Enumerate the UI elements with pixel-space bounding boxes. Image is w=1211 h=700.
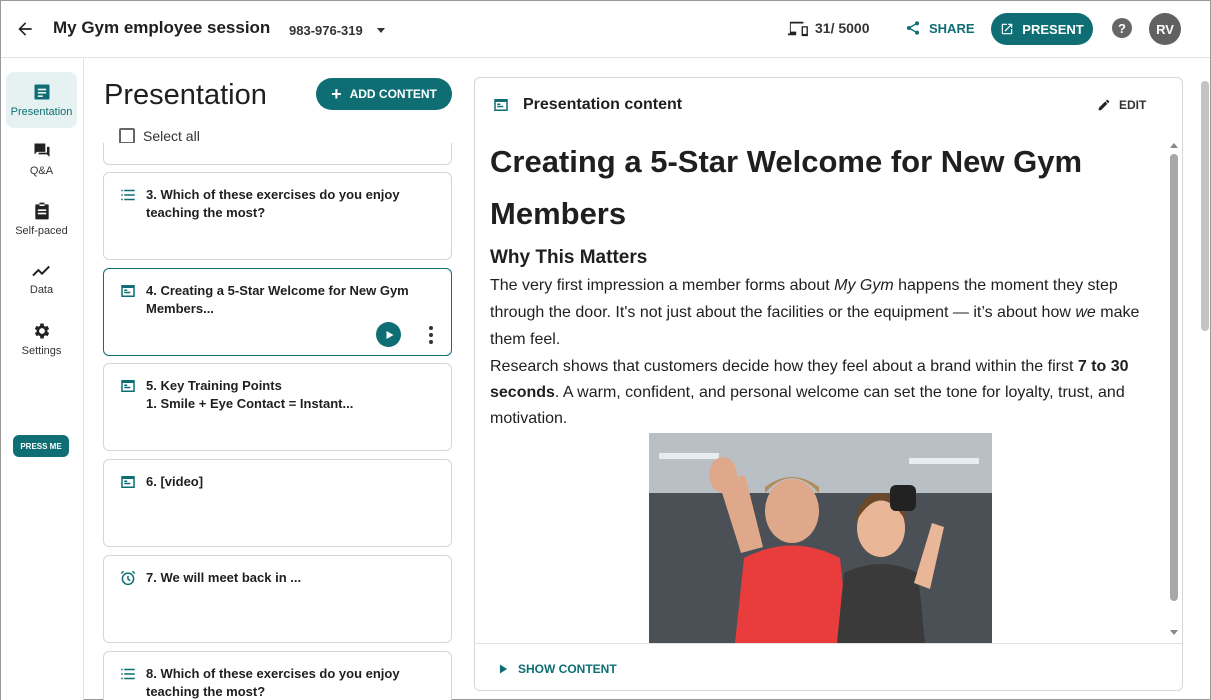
panel-header: Presentation content [491, 96, 682, 114]
add-content-label: ADD CONTENT [349, 87, 437, 101]
clipboard-icon [34, 202, 49, 220]
presentation-content-panel: Presentation content EDIT Creating a 5-S… [474, 77, 1183, 691]
slide-icon [121, 380, 135, 392]
presentation-icon [34, 84, 49, 100]
help-icon[interactable]: ? [1112, 18, 1132, 38]
panel-title: Presentation [104, 79, 267, 111]
show-content-toggle[interactable]: SHOW CONTENT [499, 662, 617, 676]
devices-icon [788, 21, 808, 37]
list-item[interactable]: 3. Which of these exercises do you enjoy… [103, 172, 452, 260]
slide-heading: Creating a 5-Star Welcome for New Gym Me… [490, 144, 1083, 231]
gear-icon [34, 323, 49, 339]
nav-label: Settings [21, 345, 62, 357]
slide-subheading: Why This Matters [490, 247, 648, 268]
chart-line-icon [31, 265, 50, 277]
pencil-icon [1098, 99, 1110, 111]
nav-data[interactable]: Data [6, 251, 77, 307]
edit-button[interactable]: EDIT [1097, 98, 1146, 112]
checkbox[interactable] [119, 128, 135, 144]
slide-icon [121, 476, 135, 488]
slide-icon [494, 99, 508, 111]
list-item[interactable]: 7. We will meet back in ... [103, 555, 452, 643]
caret-down-icon [376, 28, 385, 33]
share-icon [907, 21, 919, 35]
nav-label: Presentation [10, 106, 73, 118]
list-item[interactable] [103, 143, 452, 165]
nav-presentation[interactable]: Presentation [6, 72, 77, 128]
back-arrow-icon[interactable] [13, 17, 37, 41]
list-item-selected[interactable]: 4. Creating a 5-Star Welcome for New Gym… [103, 268, 452, 356]
nav-qa[interactable]: Q&A [6, 131, 77, 187]
top-bar: My Gym employee session 983-976-319 31/ … [1, 1, 1210, 58]
session-code: 983-976-319 [289, 23, 363, 38]
list-item-text: 7. We will meet back in ... [146, 570, 302, 585]
slide-paragraph: The very first impression a member forms… [490, 277, 1140, 348]
avatar[interactable]: RV [1149, 13, 1181, 45]
panel-footer: SHOW CONTENT [475, 643, 1182, 690]
participants-counter: 31/ 5000 [787, 19, 870, 37]
share-button[interactable]: SHARE [905, 20, 975, 36]
play-triangle-icon [499, 664, 508, 674]
panel-title: Presentation content [523, 96, 683, 113]
select-all-label: Select all [143, 128, 200, 144]
list-icon [121, 189, 135, 201]
gym-photo [648, 433, 992, 643]
play-button[interactable] [376, 322, 401, 347]
list-item[interactable]: 8. Which of these exercises do you enjoy… [103, 651, 452, 700]
participants-count: 31/ 5000 [815, 20, 870, 36]
share-label: SHARE [929, 20, 975, 36]
scroll-down-icon[interactable] [1168, 628, 1180, 638]
open-external-icon [1002, 23, 1013, 35]
play-icon [386, 330, 393, 339]
present-label: PRESENT [1022, 21, 1084, 37]
list-icon [121, 668, 135, 680]
add-content-button[interactable]: + ADD CONTENT [316, 78, 452, 110]
session-title: My Gym employee session [53, 18, 271, 37]
list-item-text: 5. Key Training Points 1. Smile + Eye Co… [146, 378, 354, 411]
content-list-panel: Presentation + ADD CONTENT Select all 3.… [85, 59, 463, 700]
list-item[interactable]: 6. [video] [103, 459, 452, 547]
scrollbar-thumb[interactable] [1170, 154, 1178, 601]
page-scrollbar[interactable] [1201, 81, 1209, 331]
nav-label: Self-paced [15, 225, 68, 237]
slide-icon [121, 285, 135, 297]
session-code-dropdown[interactable]: 983-976-319 [289, 23, 385, 38]
more-options-icon[interactable] [421, 324, 441, 346]
show-content-label: SHOW CONTENT [518, 662, 617, 676]
nav-label: Q&A [29, 165, 54, 177]
nav-label: Data [29, 284, 54, 296]
nav-settings[interactable]: Settings [6, 311, 77, 367]
edit-label: EDIT [1119, 98, 1147, 112]
slide-paragraph: Research shows that customers decide how… [490, 358, 1129, 427]
list-item[interactable]: 5. Key Training Points 1. Smile + Eye Co… [103, 363, 452, 451]
press-me-button[interactable]: PRESS ME [13, 435, 69, 457]
list-item-text: 6. [video] [146, 474, 204, 489]
nav-self-paced[interactable]: Self-paced [6, 191, 77, 247]
present-button[interactable]: PRESENT [991, 13, 1093, 45]
select-all-checkbox[interactable]: Select all [119, 128, 200, 144]
plus-icon: + [331, 84, 342, 104]
list-item-text: 8. Which of these exercises do you enjoy… [146, 666, 400, 699]
content-scrollbar[interactable] [1168, 138, 1180, 640]
left-nav: Presentation Q&A Self-paced Data Setting… [1, 59, 84, 700]
list-item-text: 4. Creating a 5-Star Welcome for New Gym… [146, 283, 409, 316]
alarm-icon [120, 570, 136, 586]
list-item-text: 3. Which of these exercises do you enjoy… [146, 187, 400, 220]
scroll-up-icon[interactable] [1168, 140, 1180, 150]
chat-icon [34, 143, 49, 157]
slide-content: Creating a 5-Star Welcome for New Gym Me… [490, 136, 1150, 643]
